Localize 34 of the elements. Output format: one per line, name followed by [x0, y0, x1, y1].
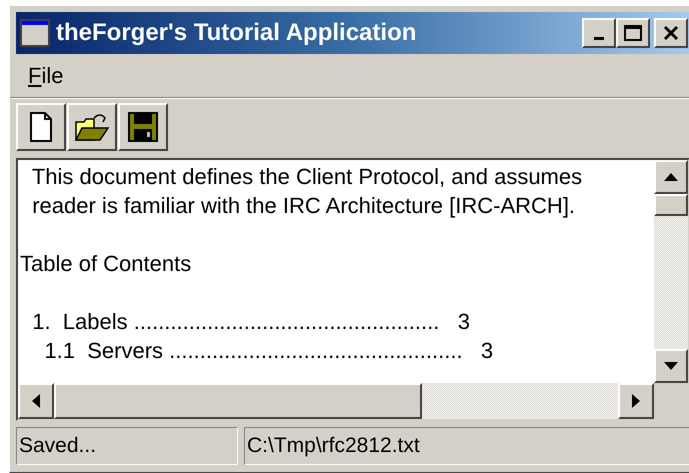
- text-editor[interactable]: [16, 158, 689, 421]
- scroll-right-button[interactable]: [618, 383, 654, 419]
- scroll-left-button[interactable]: [18, 383, 54, 419]
- save-file-button[interactable]: [118, 102, 168, 150]
- window-title: theForger's Tutorial Application: [56, 18, 416, 48]
- text-line: reader is familiar with the IRC Architecture [IRC-ARCH].: [31, 192, 576, 220]
- right-arrow-icon: [632, 394, 640, 408]
- page-icon: [29, 112, 53, 142]
- maximize-icon: [624, 25, 642, 41]
- new-file-button[interactable]: [16, 102, 66, 150]
- text-line: 1.1 Servers ................................................ 3: [43, 337, 494, 365]
- up-arrow-icon: [664, 173, 678, 181]
- scroll-thumb[interactable]: [654, 194, 688, 216]
- down-arrow-icon: [664, 362, 678, 370]
- menu-item[interactable]: File: [28, 59, 64, 92]
- scroll-down-button[interactable]: [654, 349, 688, 383]
- status-bar-panel: Saved...: [16, 427, 238, 465]
- minimize-icon: [594, 36, 604, 40]
- scroll-thumb[interactable]: [54, 383, 422, 419]
- scroll-up-button[interactable]: [654, 160, 688, 194]
- horizontal-scrollbar[interactable]: [18, 383, 654, 419]
- text-line: This document defines the Client Protocol, and assumes: [30, 163, 584, 191]
- text-line: Table of Contents: [20, 250, 192, 278]
- window-icon: [20, 18, 50, 48]
- minimize-button[interactable]: [582, 18, 616, 48]
- text-line: 1. Labels .................................................. 3: [31, 308, 471, 336]
- vertical-scrollbar[interactable]: [654, 160, 688, 383]
- close-icon: [663, 25, 679, 41]
- folder-icon: [74, 112, 110, 142]
- close-button[interactable]: [654, 18, 688, 48]
- maximize-button[interactable]: [616, 18, 650, 48]
- status-bar-panel: C:\Tmp\rfc2812.txt: [244, 427, 689, 465]
- left-arrow-icon: [32, 394, 40, 408]
- open-file-button[interactable]: [67, 102, 117, 150]
